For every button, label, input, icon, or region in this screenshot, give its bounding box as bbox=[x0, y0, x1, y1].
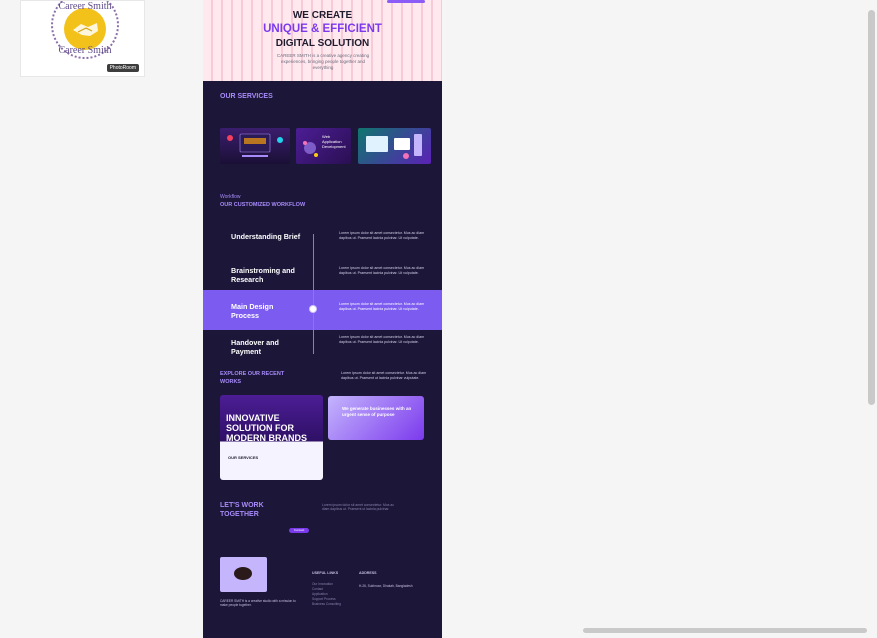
footer-link[interactable]: Our Innovation bbox=[312, 582, 333, 586]
coffee-cup-icon bbox=[234, 567, 252, 580]
footer-link[interactable]: Business Consulting bbox=[312, 602, 341, 606]
handshake-icon bbox=[64, 8, 106, 50]
hero-section: WE CREATE UNIQUE & EFFICIENT DIGITAL SOL… bbox=[203, 0, 442, 81]
website-preview[interactable]: WE CREATE UNIQUE & EFFICIENT DIGITAL SOL… bbox=[203, 0, 442, 638]
workflow-step-3[interactable]: Main Design Process bbox=[231, 302, 301, 320]
footer-link[interactable]: Support Process bbox=[312, 597, 336, 601]
hero-heading-line2: UNIQUE & EFFICIENT bbox=[263, 23, 382, 35]
workflow-timeline bbox=[313, 234, 314, 354]
timeline-active-dot bbox=[309, 305, 317, 313]
hero-subtitle: CAREER SMITH is a creative agency creati… bbox=[276, 53, 370, 70]
footer-link[interactable]: Contact bbox=[312, 587, 323, 591]
photoroom-badge: PhotoRoom bbox=[106, 64, 139, 72]
contact-button[interactable]: Contact bbox=[289, 528, 309, 533]
footer-link[interactable]: Application bbox=[312, 592, 328, 596]
hero-nav-button[interactable] bbox=[387, 0, 425, 3]
work-card-1-subtitle: OUR SERVICES bbox=[228, 455, 259, 460]
workflow-step-2[interactable]: Brainstroming and Research bbox=[231, 266, 301, 284]
address-heading: ADDRESS bbox=[359, 571, 377, 575]
service-card-3[interactable] bbox=[358, 128, 431, 164]
vertical-scrollbar[interactable] bbox=[868, 10, 875, 405]
workflow-eyebrow: Workflow bbox=[220, 194, 241, 200]
workflow-step-2-desc: Lorem ipsum dolor sit amet consectetur. … bbox=[339, 266, 425, 275]
footer-desc: CAREER SMITH is a creative studio with a… bbox=[220, 599, 296, 607]
works-desc: Lorem ipsum dolor sit amet consectetur. … bbox=[341, 371, 427, 380]
footer-address: H-26, Sukhnoor, Dhakah, Bangladesh bbox=[359, 584, 413, 588]
work-card-1-title: INNOVATIVE SOLUTION FOR MODERN BRANDS bbox=[226, 413, 307, 443]
hero-heading-line3: DIGITAL SOLUTION bbox=[275, 38, 370, 49]
services-title: OUR SERVICES bbox=[220, 93, 273, 100]
logo-text-top: Career Smith bbox=[58, 1, 112, 12]
service-card-2[interactable]: Web Application Development bbox=[296, 128, 351, 164]
works-title: EXPLORE OUR RECENT WORKS bbox=[220, 371, 285, 385]
horizontal-scrollbar[interactable] bbox=[583, 628, 867, 633]
logo-thumbnail[interactable]: Career Smith Career Smith PhotoRoom bbox=[20, 0, 145, 77]
work-card-1[interactable]: INNOVATIVE SOLUTION FOR MODERN BRANDS OU… bbox=[220, 395, 323, 480]
workflow-step-1[interactable]: Understanding Brief bbox=[231, 232, 301, 241]
hero-heading-line1: WE CREATE bbox=[292, 10, 353, 21]
logo-text-bottom: Career Smith bbox=[58, 45, 112, 56]
workflow-step-4[interactable]: Handover and Payment bbox=[231, 338, 301, 356]
work-card-2-title: We generate businesses with an urgent se… bbox=[342, 406, 412, 417]
service-card-1[interactable] bbox=[220, 128, 290, 164]
work-card-2[interactable]: We generate businesses with an urgent se… bbox=[328, 396, 424, 440]
workflow-title: OUR CUSTOMIZED WORKFLOW bbox=[220, 202, 306, 208]
cta-title: LET'S WORK TOGETHER bbox=[220, 502, 264, 518]
workflow-step-1-desc: Lorem ipsum dolor sit amet consectetur. … bbox=[339, 231, 425, 240]
useful-links-heading: USEFUL LINKS bbox=[312, 571, 339, 575]
cta-desc: Lorem ipsum dolor sit amet consectetur. … bbox=[322, 503, 394, 512]
workflow-step-3-desc: Lorem ipsum dolor sit amet consectetur. … bbox=[339, 302, 425, 311]
workflow-step-4-desc: Lorem ipsum dolor sit amet consectetur. … bbox=[339, 335, 425, 344]
